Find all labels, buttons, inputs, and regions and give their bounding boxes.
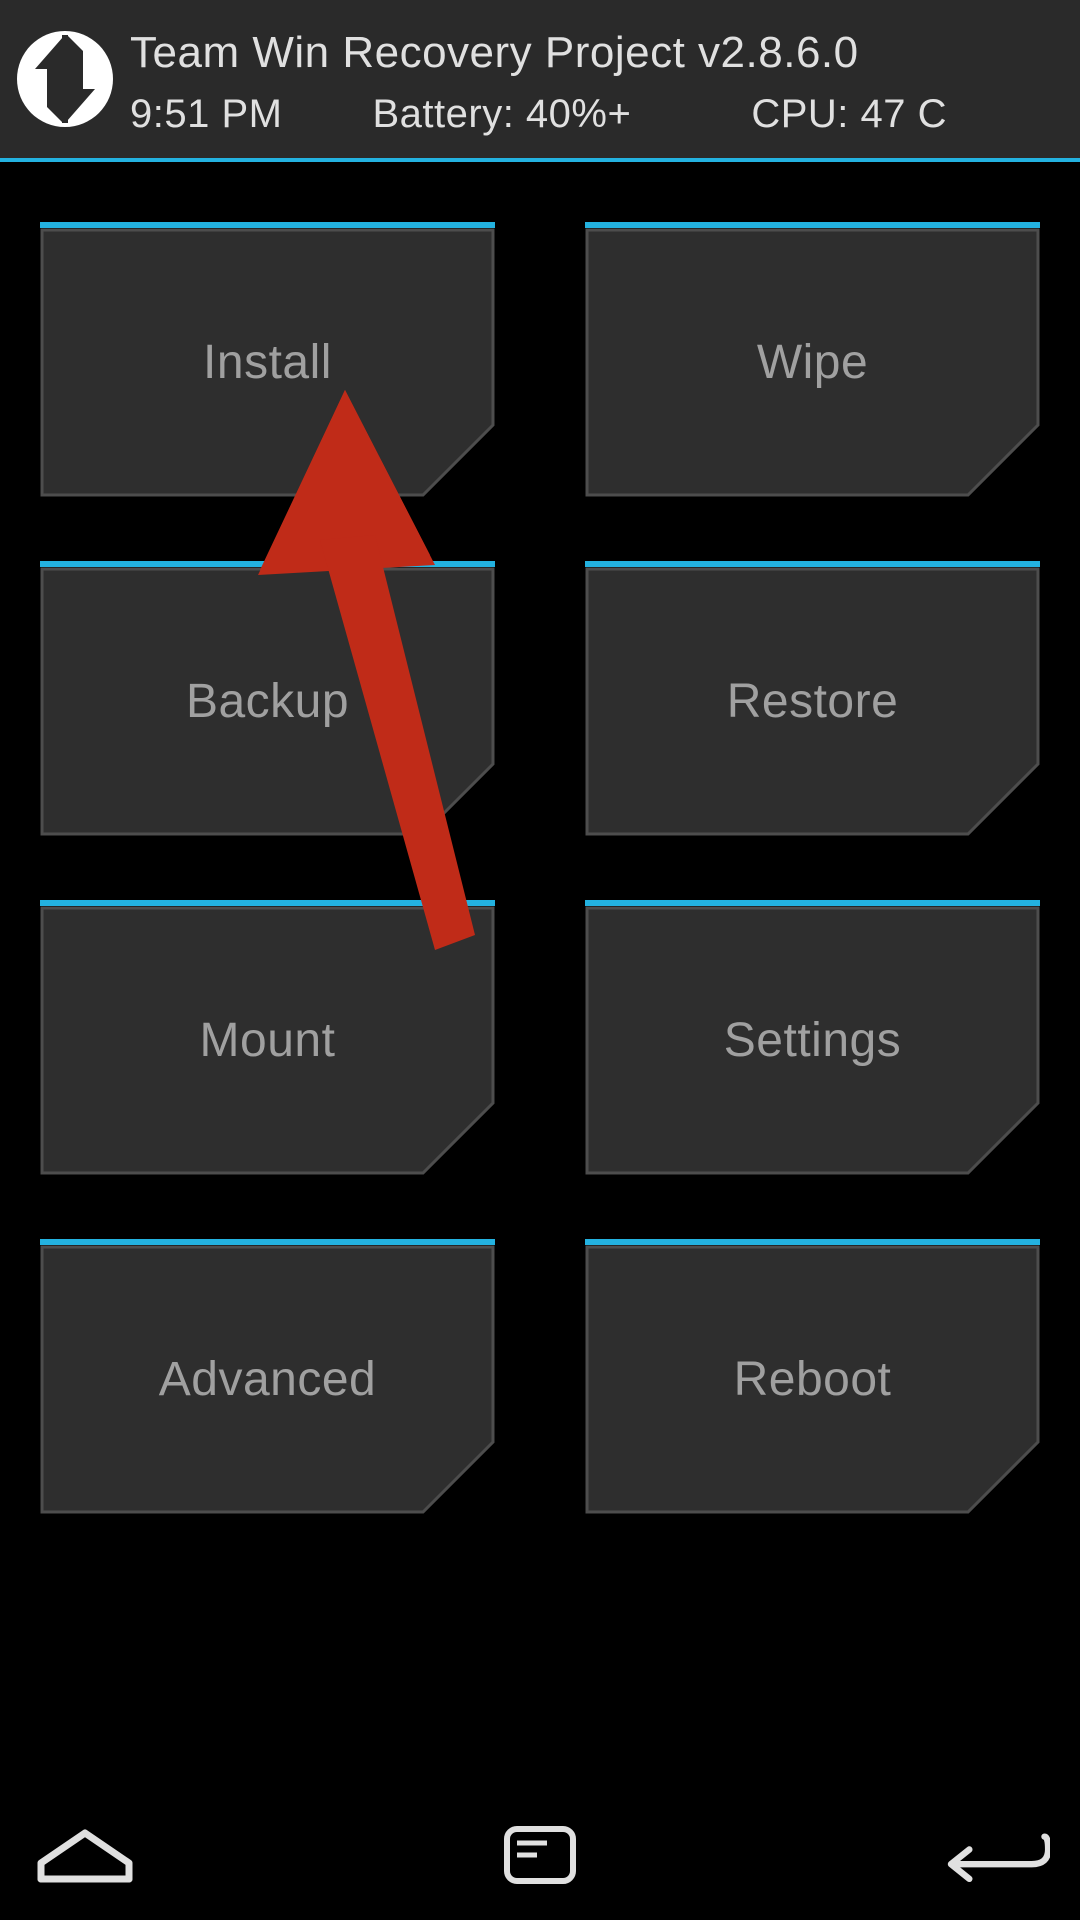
status-cpu: CPU: 47 C [751, 92, 947, 137]
restore-label: Restore [727, 674, 899, 729]
nav-home-button[interactable] [30, 1815, 140, 1895]
advanced-label: Advanced [159, 1352, 377, 1407]
status-time: 9:51 PM [130, 92, 282, 137]
console-icon [503, 1825, 577, 1885]
status-battery: Battery: 40%+ [372, 92, 631, 137]
install-label: Install [203, 335, 332, 390]
backup-button[interactable]: Backup [40, 561, 495, 836]
restore-button[interactable]: Restore [585, 561, 1040, 836]
status-line: 9:51 PM Battery: 40%+ CPU: 47 C [130, 92, 1060, 137]
nav-console-button[interactable] [485, 1815, 595, 1895]
app-title: Team Win Recovery Project v2.8.6.0 [130, 28, 1060, 78]
install-button[interactable]: Install [40, 222, 495, 497]
reboot-label: Reboot [734, 1352, 892, 1407]
menu-grid: Install Wipe Backup Restore Mount [40, 222, 1040, 1514]
reboot-button[interactable]: Reboot [585, 1239, 1040, 1514]
twrp-logo [0, 0, 130, 158]
back-icon [940, 1825, 1050, 1885]
settings-button[interactable]: Settings [585, 900, 1040, 1175]
backup-label: Backup [186, 674, 349, 729]
bottom-nav [0, 1800, 1080, 1920]
header-bar: Team Win Recovery Project v2.8.6.0 9:51 … [0, 0, 1080, 162]
advanced-button[interactable]: Advanced [40, 1239, 495, 1514]
nav-back-button[interactable] [940, 1815, 1050, 1895]
mount-label: Mount [200, 1013, 336, 1068]
wipe-button[interactable]: Wipe [585, 222, 1040, 497]
mount-button[interactable]: Mount [40, 900, 495, 1175]
twrp-logo-icon [15, 29, 115, 129]
home-icon [35, 1825, 135, 1885]
main-area: Install Wipe Backup Restore Mount [0, 162, 1080, 1514]
wipe-label: Wipe [757, 335, 868, 390]
settings-label: Settings [724, 1013, 901, 1068]
